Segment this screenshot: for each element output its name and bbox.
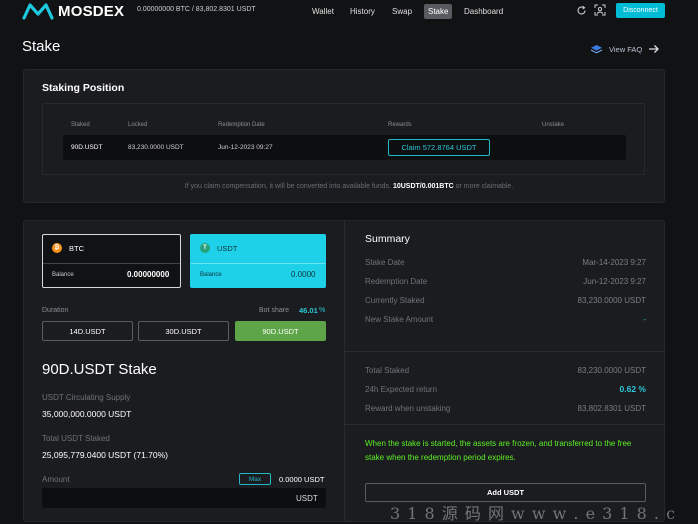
total-staked-label: Total USDT Staked <box>42 434 110 443</box>
wallet-balance: 0.00000000 BTC / 83,802.8301 USDT <box>137 6 256 13</box>
refresh-icon[interactable] <box>576 5 587 16</box>
duration-14d[interactable]: 14D.USDT <box>42 321 133 341</box>
summary-reward-value: 83,802.8301 USDT <box>577 404 647 413</box>
staking-position-title: Staking Position <box>42 82 125 94</box>
circulating-supply-value: 35,000,000.0000 USDT <box>42 409 132 419</box>
summary-new-stake-label: New Stake Amount <box>365 315 434 324</box>
summary-currently-staked-label: Currently Staked <box>365 296 425 305</box>
duration-30d[interactable]: 30D.USDT <box>138 321 229 341</box>
row-locked: 83,230.0000 USDT <box>128 144 184 151</box>
summary-expected-return-value: 0.62 % <box>619 384 646 394</box>
duration-label: Duration <box>42 307 69 314</box>
logo[interactable]: MOSDEX <box>22 1 124 21</box>
nav-stake[interactable]: Stake <box>424 4 453 19</box>
summary-stake-date-value: Mar-14-2023 9:27 <box>582 258 646 267</box>
col-rewards: Rewards <box>388 122 412 128</box>
summary-total-staked-label: Total Staked <box>365 366 410 375</box>
amount-label: Amount <box>42 475 70 484</box>
coin-name-usdt: USDT <box>217 244 238 253</box>
btc-balance-value: 0.00000000 <box>127 270 170 279</box>
col-unstake: Unstake <box>542 122 565 128</box>
nav-swap[interactable]: Swap <box>388 4 416 19</box>
summary-redemption-date-value: Jun-12-2023 9:27 <box>583 277 646 286</box>
circulating-supply-label: USDT Circulating Supply <box>42 393 131 402</box>
arrow-right-icon <box>649 45 660 53</box>
view-faq-link[interactable]: View FAQ <box>590 44 660 54</box>
summary-currently-staked-value: 83,230.0000 USDT <box>577 296 647 305</box>
nav-wallet[interactable]: Wallet <box>308 4 338 19</box>
total-staked-value: 25,095,779.0400 USDT (71.70%) <box>42 450 169 460</box>
row-staked: 90D.USDT <box>71 144 103 151</box>
panel-divider <box>344 221 345 522</box>
claim-button[interactable]: Claim 572.8764 USDT <box>388 139 490 156</box>
tether-icon: T <box>200 243 210 253</box>
col-staked: Staked <box>71 122 90 128</box>
claim-note: If you claim compensation, it will be co… <box>0 183 698 190</box>
logo-text: MOSDEX <box>58 2 125 20</box>
summary-reward-label: Reward when unstaking <box>365 404 451 413</box>
claim-note-suffix: or more claimable. <box>455 183 514 190</box>
top-bar: MOSDEX 0.00000000 BTC / 83,802.8301 USDT… <box>0 0 698 22</box>
tile-divider <box>43 263 180 264</box>
claim-threshold: 10USDT/0.001BTC <box>392 183 454 190</box>
summary-total-staked-value: 83,230.0000 USDT <box>577 366 647 375</box>
coin-tile-usdt[interactable] <box>190 234 326 288</box>
duration-90d[interactable]: 90D.USDT <box>235 321 326 341</box>
layers-icon <box>590 45 603 54</box>
bot-share-label: Bot share <box>259 307 289 314</box>
summary-divider <box>345 351 665 352</box>
usdt-balance-value: 0.0000 <box>291 270 316 279</box>
btc-balance-label: Balance <box>52 272 74 278</box>
page-title: Stake <box>22 38 61 55</box>
stake-title: 90D.USDT Stake <box>42 361 157 378</box>
disconnect-button[interactable]: Disconnect <box>616 3 665 18</box>
col-redemption-date: Redemption Date <box>218 122 265 128</box>
scan-icon[interactable] <box>594 4 606 16</box>
tile-divider <box>191 263 325 264</box>
nav-history[interactable]: History <box>346 4 379 19</box>
summary-stake-date-label: Stake Date <box>365 258 405 267</box>
summary-expected-return-label: 24h Expected return <box>365 385 438 394</box>
summary-new-stake-value: - <box>643 315 646 324</box>
summary-divider <box>345 424 665 425</box>
max-button[interactable]: Max <box>239 473 271 485</box>
stake-info-note: When the stake is started, the assets ar… <box>365 439 632 462</box>
col-locked: Locked <box>128 122 148 128</box>
watermark: 3 1 8 源 码 网 w w w . e 3 1 8 . c <box>390 504 677 523</box>
coin-tile-btc[interactable] <box>42 234 181 288</box>
view-faq-label: View FAQ <box>609 44 643 54</box>
bitcoin-icon: ₿ <box>52 243 62 253</box>
mosdex-logo-icon <box>22 3 54 20</box>
summary-title: Summary <box>365 233 410 245</box>
bot-share-unit: % <box>319 307 326 314</box>
usdt-balance-label: Balance <box>200 272 222 278</box>
amount-input[interactable] <box>42 488 326 508</box>
bot-share-value: 46.01 <box>299 306 318 315</box>
row-redemption-date: Jun-12-2023 09:27 <box>218 144 273 151</box>
coin-name-btc: BTC <box>69 244 84 253</box>
claim-note-text: If you claim compensation, it will be co… <box>184 183 392 190</box>
amount-unit: USDT <box>296 494 318 503</box>
nav-dashboard[interactable]: Dashboard <box>460 4 507 19</box>
summary-redemption-date-label: Redemption Date <box>365 277 428 286</box>
amount-balance: 0.0000 USDT <box>279 475 325 484</box>
